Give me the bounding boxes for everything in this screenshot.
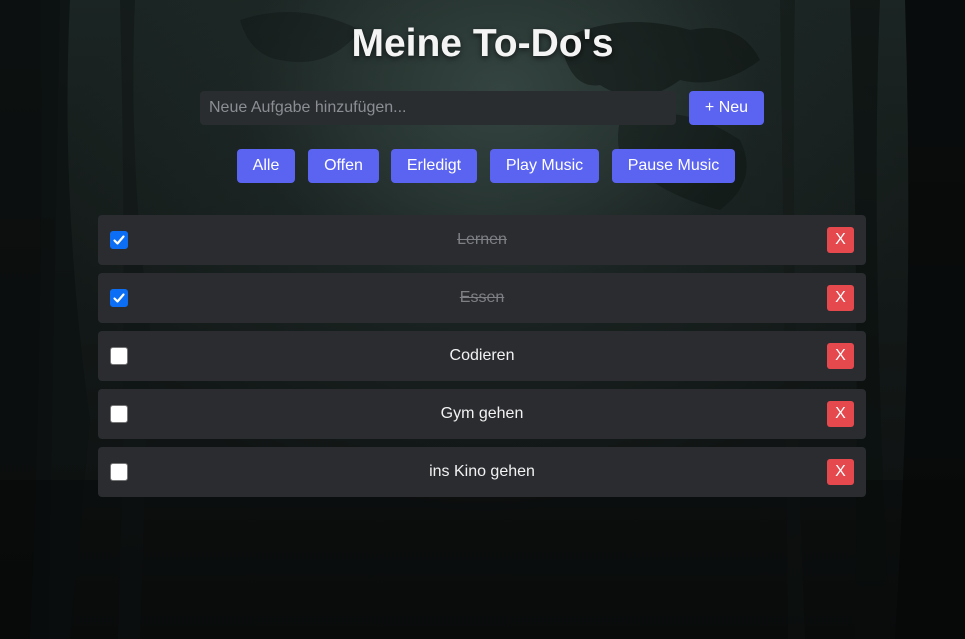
delete-todo-button[interactable]: X (827, 343, 854, 369)
todo-checkbox[interactable] (110, 463, 128, 481)
filter-open-button[interactable]: Offen (308, 149, 379, 183)
checkmark-icon (113, 235, 125, 245)
todo-checkbox[interactable] (110, 289, 128, 307)
todo-item: Essen X (98, 273, 866, 323)
filter-done-button[interactable]: Erledigt (391, 149, 477, 183)
todo-app: Meine To-Do's + Neu Alle Offen Erledigt … (0, 0, 965, 639)
delete-todo-button[interactable]: X (827, 459, 854, 485)
new-task-input[interactable] (200, 91, 676, 125)
todo-text: Gym gehen (440, 405, 524, 422)
delete-todo-button[interactable]: X (827, 227, 854, 253)
todo-text: Lernen (457, 231, 507, 248)
todo-text: Codieren (449, 347, 515, 364)
todo-item: Codieren X (98, 331, 866, 381)
pause-music-button[interactable]: Pause Music (612, 149, 735, 183)
filter-all-button[interactable]: Alle (237, 149, 295, 183)
todo-item: Gym gehen X (98, 389, 866, 439)
delete-todo-button[interactable]: X (827, 401, 854, 427)
todo-text: ins Kino gehen (429, 463, 535, 480)
checkmark-icon (113, 293, 125, 303)
todo-checkbox[interactable] (110, 405, 128, 423)
todo-item: Lernen X (98, 215, 866, 265)
add-task-button[interactable]: + Neu (689, 91, 764, 125)
todo-checkbox[interactable] (110, 347, 128, 365)
play-music-button[interactable]: Play Music (490, 149, 599, 183)
page-title: Meine To-Do's (351, 22, 614, 65)
todo-text: Essen (459, 289, 505, 306)
todo-list: Lernen X Essen X Codieren X Gym gehen X … (98, 215, 866, 505)
delete-todo-button[interactable]: X (827, 285, 854, 311)
todo-checkbox[interactable] (110, 231, 128, 249)
todo-item: ins Kino gehen X (98, 447, 866, 497)
